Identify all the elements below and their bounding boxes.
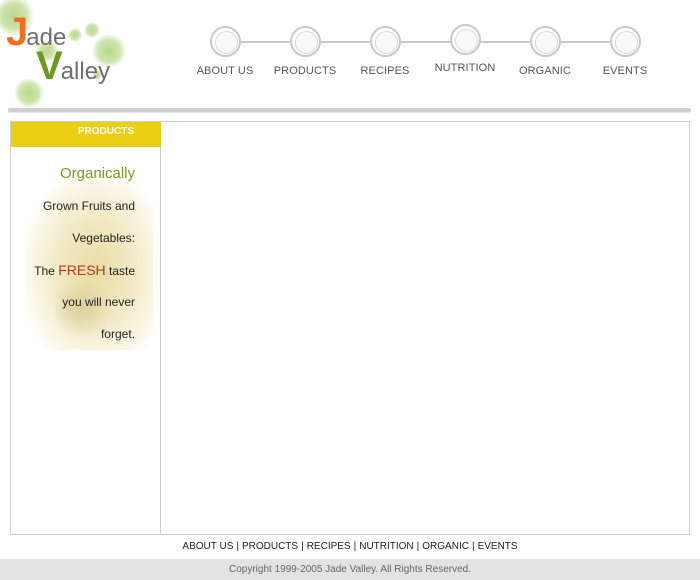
sidebar: PRODUCTS Organically Grown Fruits and Ve… — [11, 122, 161, 534]
footer-separator: | — [236, 541, 239, 552]
promo-line: forget. — [100, 327, 135, 341]
logo-splash — [68, 28, 82, 42]
nav-circle-icon[interactable] — [369, 26, 401, 57]
nav-circle-icon[interactable] — [449, 24, 481, 55]
footer-link-products[interactable]: PRODUCTS — [242, 541, 298, 552]
nav-circle-icon[interactable] — [289, 26, 321, 57]
main-frame: PRODUCTS Organically Grown Fruits and Ve… — [10, 121, 690, 535]
nav-label[interactable]: RECIPES — [345, 65, 425, 77]
nav-item-about-us[interactable]: ABOUT US — [185, 26, 265, 77]
footer-link-recipes[interactable]: RECIPES — [307, 541, 351, 552]
logo-word-valley: Valley — [36, 44, 111, 88]
footer-link-about-us[interactable]: ABOUT US — [182, 541, 233, 552]
nav-label[interactable]: EVENTS — [585, 65, 665, 77]
promo-line: Vegetables: — [72, 231, 135, 245]
copyright-text: Copyright 1999-2005 Jade Valley. All Rig… — [229, 564, 471, 575]
content-area — [162, 122, 689, 534]
nav-item-events[interactable]: EVENTS — [585, 26, 665, 77]
sidebar-tab-products[interactable]: PRODUCTS — [11, 122, 161, 147]
nav-item-organic[interactable]: ORGANIC — [505, 26, 585, 77]
footer-separator: | — [353, 541, 357, 552]
nav-circle-icon[interactable] — [529, 26, 561, 57]
copyright-bar: Copyright 1999-2005 Jade Valley. All Rig… — [0, 559, 700, 580]
footer-separator: | — [471, 541, 475, 552]
promo-line-organically: Organically — [59, 165, 135, 182]
logo-splash — [84, 22, 100, 38]
promo-block: Organically Grown Fruits and Vegetables:… — [21, 158, 153, 358]
footer-link-nutrition[interactable]: NUTRITION — [359, 541, 413, 552]
promo-line: Grown Fruits and — [42, 199, 135, 213]
promo-line: you will never — [62, 295, 135, 309]
nav-label[interactable]: PRODUCTS — [265, 65, 345, 77]
nav-label[interactable]: ORGANIC — [505, 65, 585, 77]
footer-separator: | — [416, 541, 420, 552]
nav-item-recipes[interactable]: RECIPES — [345, 26, 425, 77]
nav-label[interactable]: ABOUT US — [185, 65, 265, 77]
promo-text: Organically Grown Fruits and Vegetables:… — [21, 158, 151, 350]
footer-link-events[interactable]: EVENTS — [478, 541, 518, 552]
nav-item-products[interactable]: PRODUCTS — [265, 26, 345, 77]
footer-link-organic[interactable]: ORGANIC — [422, 541, 469, 552]
top-navigation: ABOUT US PRODUCTS RECIPES NUTRITION ORGA… — [185, 0, 665, 100]
nav-label[interactable]: NUTRITION — [425, 62, 505, 74]
header-divider — [8, 108, 691, 112]
footer-separator: | — [301, 541, 304, 552]
footer-navigation: ABOUT US | PRODUCTS | RECIPES | NUTRITION | ORGA… — [0, 541, 700, 552]
nav-circle-icon[interactable] — [209, 26, 241, 57]
nav-circle-icon[interactable] — [609, 26, 641, 57]
fresh-highlight: FRESH — [58, 262, 106, 278]
sidebar-tab-label[interactable]: PRODUCTS — [78, 126, 134, 137]
promo-line-fresh: The FRESH taste — [34, 262, 135, 278]
nav-item-nutrition[interactable]: NUTRITION — [425, 24, 505, 74]
site-logo[interactable]: Jade Valley — [0, 0, 130, 108]
